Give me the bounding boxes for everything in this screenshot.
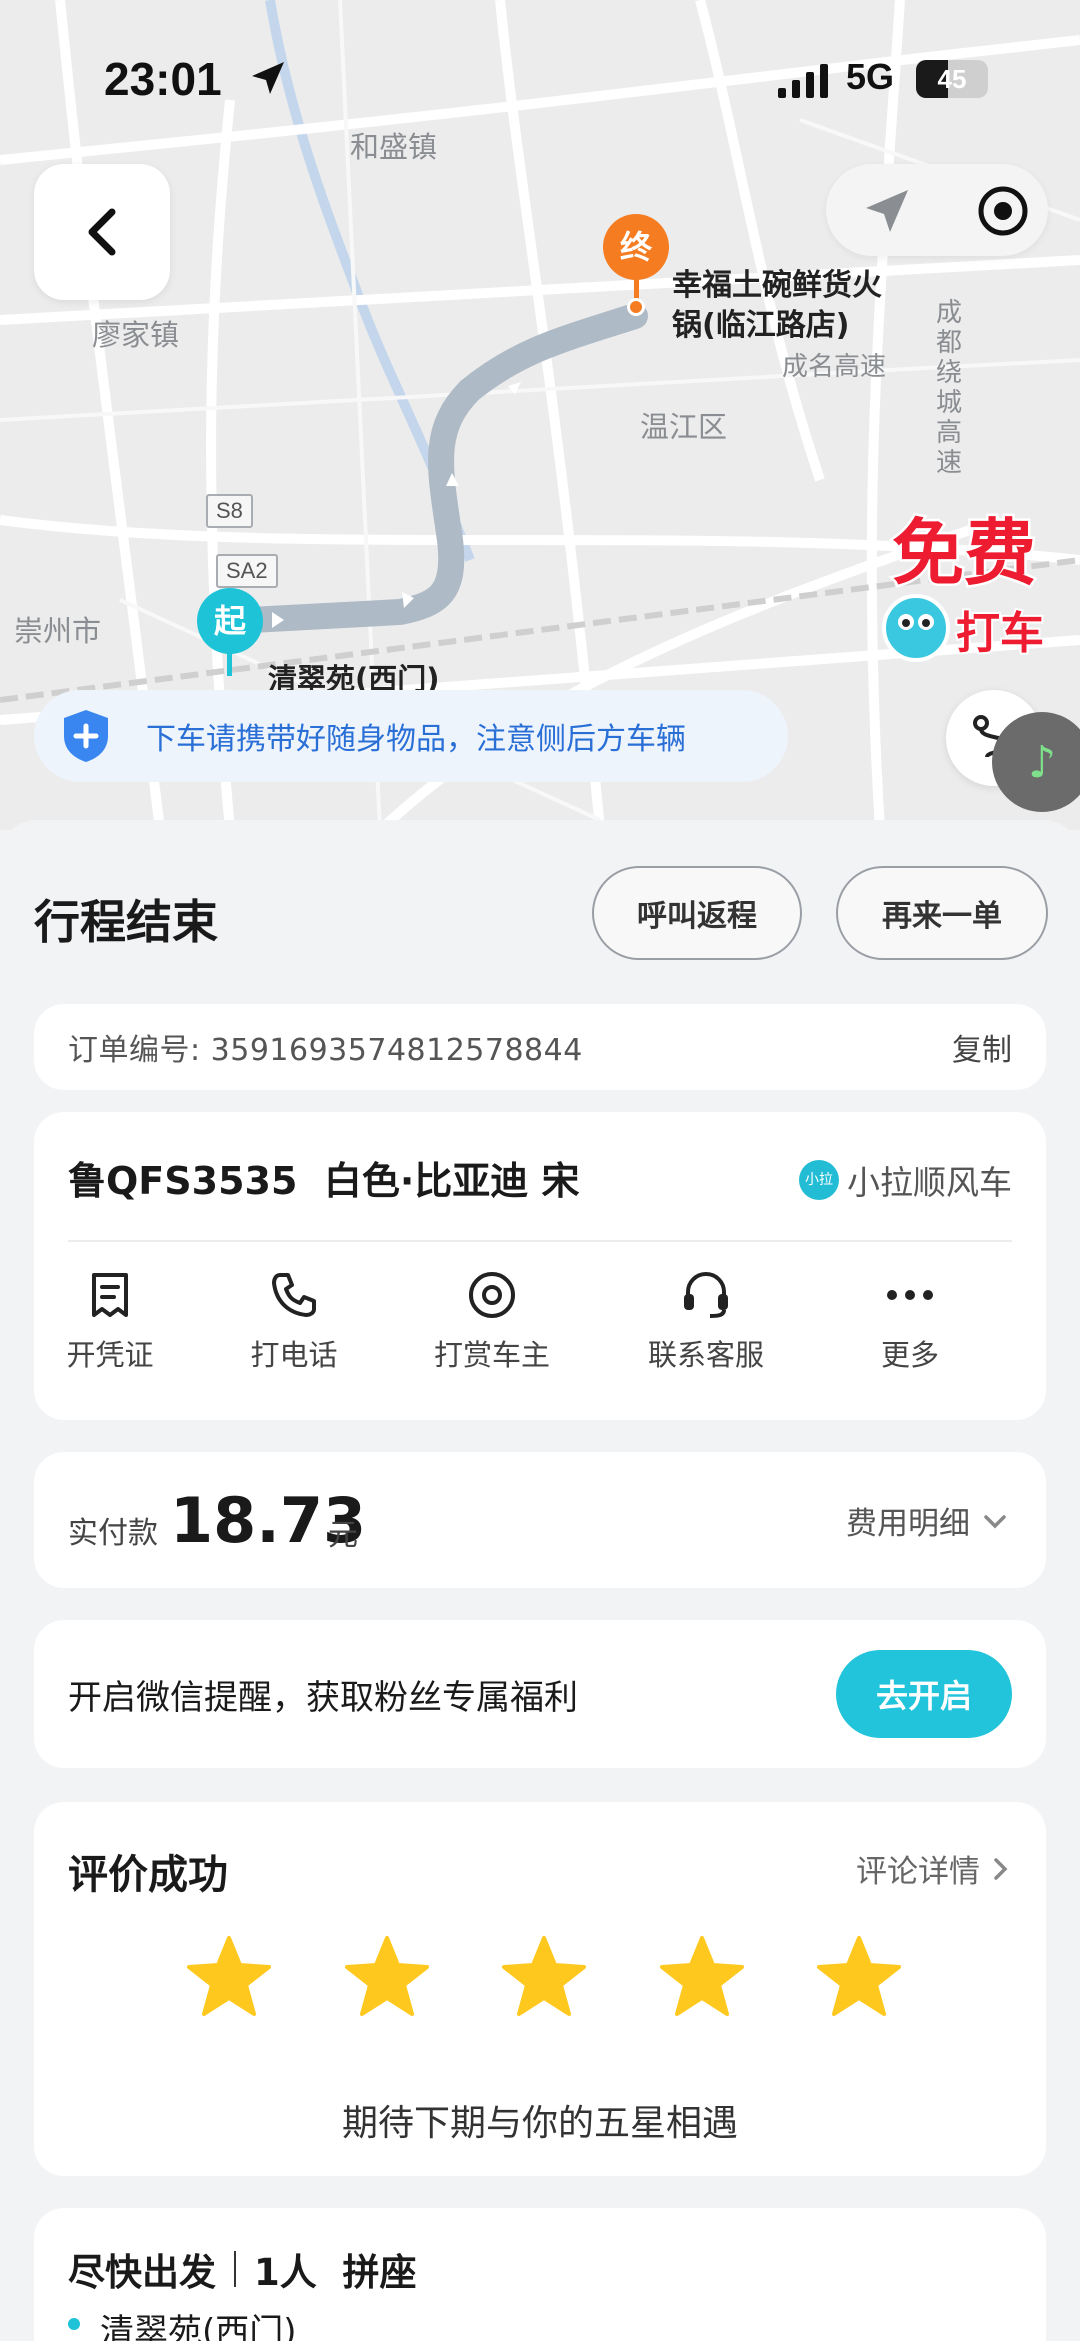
promo-line2: 打车 bbox=[956, 608, 1044, 659]
route-map[interactable]: 和盛镇 廖家镇 温江区 崇州市 成名高速 成都绕城高速 S8 SA2 终 幸福土… bbox=[0, 0, 1080, 830]
driver-card: 鲁QFS3535 白色·比亚迪 宋 小拉 小拉顺风车 开凭证 打电话 打赏车主 … bbox=[34, 1112, 1046, 1420]
trip-origin: 清翠苑(西门) bbox=[100, 2312, 297, 2341]
network-type: 5G bbox=[846, 56, 895, 97]
review-detail-button[interactable]: 评论详情 bbox=[856, 1846, 1012, 1891]
shield-icon bbox=[64, 710, 108, 762]
destination-marker[interactable]: 终 bbox=[603, 214, 669, 280]
seat-count: 1人 bbox=[254, 2251, 317, 2294]
headset-icon bbox=[684, 1271, 728, 1318]
chevron-right-icon bbox=[994, 1857, 1008, 1880]
order-number: 订单编号: 3591693574812578844 bbox=[68, 1025, 583, 1069]
reward-icon bbox=[469, 1272, 515, 1318]
back-button[interactable] bbox=[34, 164, 170, 300]
location-arrow-icon bbox=[252, 62, 284, 94]
divider bbox=[68, 1240, 1012, 1242]
order-number-card: 订单编号: 3591693574812578844 复制 bbox=[34, 1004, 1046, 1090]
map-place-label: 崇州市 bbox=[14, 614, 102, 648]
order-number-label: 订单编号: bbox=[68, 1033, 201, 1068]
review-detail-label: 评论详情 bbox=[856, 1854, 980, 1890]
ride-type: 拼座 bbox=[342, 2251, 417, 2294]
license-plate: 鲁QFS3535 bbox=[68, 1159, 298, 1203]
highway-shield: S8 bbox=[206, 494, 253, 528]
star-icon[interactable] bbox=[657, 1932, 747, 2022]
car-info: 鲁QFS3535 白色·比亚迪 宋 bbox=[68, 1150, 580, 1205]
trip-sheet: 行程结束 呼叫返程 再来一单 订单编号: 3591693574812578844… bbox=[0, 820, 1080, 2341]
receipt-icon bbox=[92, 1273, 128, 1317]
star-icon[interactable] bbox=[184, 1932, 274, 2022]
map-place-label: 廖家镇 bbox=[92, 318, 180, 352]
order-again-button[interactable]: 再来一单 bbox=[836, 866, 1048, 960]
chevron-down-icon bbox=[984, 1514, 1006, 1528]
battery-percent: 45 bbox=[937, 64, 967, 94]
free-ride-promo-badge[interactable]: 免费 打车 bbox=[868, 506, 1060, 666]
map-tools bbox=[826, 164, 1048, 256]
action-label: 开凭证 bbox=[66, 1338, 154, 1372]
status-time: 23:01 bbox=[104, 53, 222, 105]
map-road-label: 成名高速 bbox=[782, 352, 887, 382]
chevron-left-icon bbox=[88, 208, 116, 256]
phone-icon bbox=[272, 1273, 316, 1317]
payment-card: 实付款 18.73 元 费用明细 bbox=[34, 1452, 1046, 1588]
origin-marker-stem bbox=[227, 652, 232, 676]
car-description: 白色·比亚迪 宋 bbox=[323, 1159, 580, 1203]
destination-label: 幸福土碗鲜货火 锅(临江路店) bbox=[672, 266, 882, 346]
departure-time: 尽快出发 bbox=[68, 2251, 216, 2294]
rating-message: 期待下期与你的五星相遇 bbox=[341, 2103, 738, 2144]
locate-me-icon[interactable] bbox=[976, 184, 1030, 238]
battery-icon: 45 bbox=[916, 60, 988, 98]
more-icon bbox=[887, 1290, 933, 1300]
trip-summary-title: 尽快出发 1人 拼座 bbox=[68, 2242, 417, 2296]
copy-order-button[interactable]: 复制 bbox=[952, 1025, 1012, 1069]
fee-detail-label: 费用明细 bbox=[846, 1506, 970, 1542]
action-label: 联系客服 bbox=[647, 1338, 764, 1372]
signal-icon bbox=[778, 64, 828, 98]
origin-dot bbox=[68, 2318, 80, 2330]
origin-marker[interactable]: 起 bbox=[197, 588, 263, 654]
rating-card: 评价成功 评论详情 期待下期与你的五星相遇 bbox=[34, 1802, 1046, 2176]
star-icon[interactable] bbox=[814, 1932, 904, 2022]
platform-logo-icon: 小拉 bbox=[799, 1160, 839, 1200]
action-label: 更多 bbox=[880, 1338, 939, 1372]
trip-status-title: 行程结束 bbox=[34, 895, 218, 949]
map-road-label: 成都绕城高速 bbox=[936, 298, 963, 478]
action-call[interactable]: 打电话 bbox=[204, 1268, 384, 1374]
wechat-reminder-text: 开启微信提醒，获取粉丝专属福利 bbox=[68, 1678, 578, 1718]
action-receipt[interactable]: 开凭证 bbox=[20, 1268, 200, 1374]
platform-name: 小拉顺风车 bbox=[847, 1163, 1012, 1202]
call-return-trip-button[interactable]: 呼叫返程 bbox=[592, 866, 802, 960]
action-more[interactable]: 更多 bbox=[820, 1268, 1000, 1374]
enable-wechat-button[interactable]: 去开启 bbox=[836, 1650, 1012, 1738]
promo-line1: 免费 bbox=[892, 511, 1036, 595]
destination-name-line2: 锅(临江路店) bbox=[672, 308, 850, 343]
destination-name-line1: 幸福土碗鲜货火 bbox=[672, 268, 882, 303]
destination-point bbox=[627, 298, 645, 316]
safety-notice: 下车请携带好随身物品，注意侧后方车辆 bbox=[34, 690, 788, 782]
star-rating bbox=[184, 1932, 904, 2022]
payment-unit: 元 bbox=[328, 1518, 358, 1553]
star-icon[interactable] bbox=[342, 1932, 432, 2022]
platform-label: 小拉 小拉顺风车 bbox=[799, 1156, 1012, 1204]
wechat-reminder-card: 开启微信提醒，获取粉丝专属福利 去开启 bbox=[34, 1620, 1046, 1768]
divider bbox=[234, 2251, 236, 2287]
order-number-value: 3591693574812578844 bbox=[210, 1033, 583, 1068]
notice-text: 下车请携带好随身物品，注意侧后方车辆 bbox=[146, 722, 686, 757]
fee-detail-button[interactable]: 费用明细 bbox=[846, 1498, 1012, 1543]
rating-title: 评价成功 bbox=[68, 1852, 228, 1898]
action-label: 打电话 bbox=[250, 1338, 338, 1372]
action-reward[interactable]: 打赏车主 bbox=[402, 1268, 582, 1374]
highway-shield: SA2 bbox=[216, 554, 278, 588]
map-place-label: 温江区 bbox=[640, 410, 728, 444]
trip-summary-card: 尽快出发 1人 拼座 清翠苑(西门) bbox=[34, 2208, 1046, 2341]
action-customer-service[interactable]: 联系客服 bbox=[616, 1268, 796, 1374]
navigation-arrow-icon[interactable] bbox=[860, 184, 914, 238]
action-label: 打赏车主 bbox=[433, 1338, 550, 1372]
payment-label: 实付款 bbox=[68, 1516, 158, 1551]
star-icon[interactable] bbox=[499, 1932, 589, 2022]
status-bar: 23:01 5G 45 bbox=[0, 0, 1080, 160]
